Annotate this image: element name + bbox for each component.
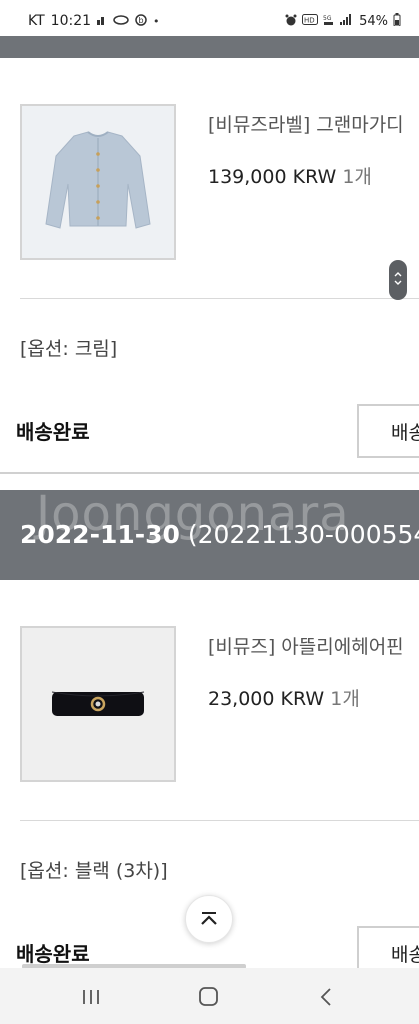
status-left: KT 10:21 b • — [28, 13, 160, 29]
clock: 10:21 — [50, 13, 92, 29]
order-number: (20221130-000554 — [187, 520, 419, 549]
item-divider — [20, 298, 419, 299]
recent-apps-icon — [83, 990, 99, 1004]
product-thumbnail[interactable] — [20, 104, 176, 260]
status-right: HD 5G 54% — [285, 13, 401, 29]
carrier-label: KT — [28, 13, 45, 29]
svg-text:b: b — [139, 16, 144, 25]
delivery-status: 배송완료 — [16, 942, 90, 966]
svg-text:HD: HD — [304, 17, 315, 25]
product-price: 139,000 KRW — [208, 166, 337, 188]
previous-date-header-strip — [0, 36, 419, 58]
signal-bars-icon — [340, 14, 354, 28]
product-quantity: 1개 — [342, 166, 372, 188]
delivery-tracking-button[interactable]: 배송 — [357, 926, 419, 968]
scroll-to-top-button[interactable] — [185, 895, 233, 943]
product-name[interactable]: [비뮤즈라벨] 그랜마가디 — [208, 110, 404, 137]
chevron-up-icon — [201, 912, 217, 925]
signal-notification-icon — [97, 15, 107, 28]
order-date-header: Joonggonara 2022-11-30 (20221130-000554 — [0, 490, 419, 580]
delivery-tracking-button[interactable]: 배송 — [357, 404, 419, 458]
back-button[interactable] — [312, 982, 342, 1012]
fast-scroll-handle[interactable] — [389, 260, 407, 300]
product-price-line: 139,000 KRW 1개 — [208, 162, 372, 189]
order-date: 2022-11-30 — [20, 520, 180, 549]
product-thumbnail[interactable] — [20, 626, 176, 782]
alarm-icon — [285, 14, 297, 29]
product-quantity: 1개 — [330, 688, 360, 710]
product-name[interactable]: [비뮤즈] 아뜰리에헤어핀 — [208, 632, 404, 659]
product-option: [옵션: 블랙 (3차)] — [20, 860, 168, 882]
delivery-status: 배송완료 — [16, 420, 90, 444]
dot-icon: • — [153, 14, 160, 28]
product-option: [옵션: 크림] — [20, 338, 118, 360]
back-icon — [320, 988, 331, 1006]
status-bar: KT 10:21 b • HD 5G 54% — [0, 0, 419, 36]
product-price: 23,000 KRW — [208, 688, 325, 710]
network-5g-icon: 5G — [323, 14, 335, 29]
product-price-line: 23,000 KRW 1개 — [208, 684, 360, 711]
app-notification-icon — [113, 14, 129, 28]
system-navigation-bar — [0, 968, 419, 1024]
hd-icon: HD — [302, 14, 319, 28]
item-divider — [20, 820, 419, 821]
home-button[interactable] — [194, 982, 224, 1012]
section-divider — [0, 472, 419, 474]
battery-icon — [393, 13, 401, 29]
battery-percent: 54% — [359, 13, 388, 29]
chevron-down-icon — [394, 279, 402, 289]
home-icon — [199, 987, 218, 1006]
order-item-card: [비뮤즈라벨] 그랜마가디 139,000 KRW 1개 [옵션: 크림] 배송… — [0, 58, 419, 490]
b-app-icon: b — [135, 13, 147, 29]
order-date-line: 2022-11-30 (20221130-000554 — [20, 520, 419, 549]
recent-apps-button[interactable] — [77, 982, 107, 1012]
svg-text:5G: 5G — [323, 15, 332, 22]
